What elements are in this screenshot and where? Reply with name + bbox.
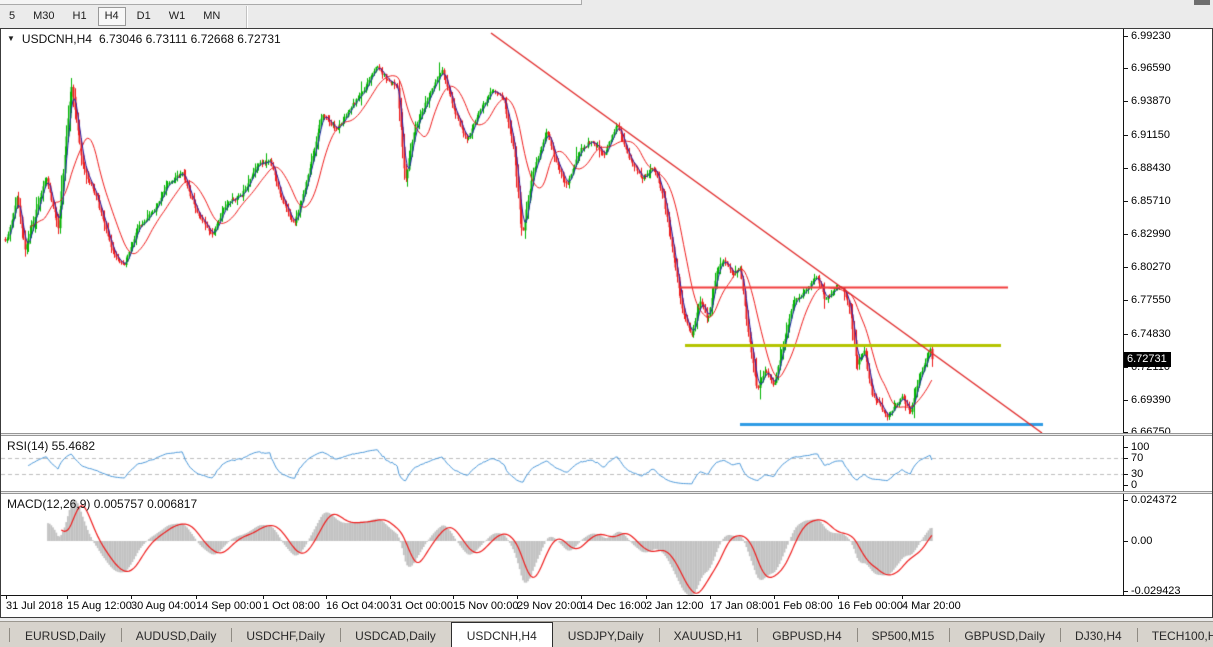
timeframe-toolbar: 5M30 H1H4D1W1MN — [0, 0, 1213, 28]
price-axis-label: 6.74830 — [1131, 328, 1171, 341]
timeframe-button[interactable]: W1 — [162, 7, 193, 26]
price-axis-label: 6.69390 — [1131, 394, 1171, 407]
time-axis-label: 2 Jan 12:00 — [646, 600, 704, 612]
time-axis-label: 17 Jan 08:00 — [710, 600, 774, 612]
chart-tab-label: USDCNH,H4 — [467, 629, 537, 643]
price-axis-label: 6.93870 — [1131, 95, 1171, 108]
panel-resize-handle[interactable] — [1, 491, 1212, 494]
macd-axis-label: 0.00 — [1131, 535, 1152, 548]
chart-tab-bar: EURUSD,Daily AUDUSD,Daily USDCHF,Daily USDC… — [0, 621, 1213, 647]
chart-tab[interactable]: DJ30,H4 — [1060, 622, 1137, 647]
rsi-panel: RSI(14) 55.4682 10070300 — [1, 436, 1212, 491]
chart-tab[interactable]: USDCHF,Daily — [231, 622, 340, 647]
price-axis-label: 6.82990 — [1131, 228, 1171, 241]
chart-tab[interactable]: SP500,M15 — [857, 622, 950, 647]
time-axis-label: 1 Oct 08:00 — [263, 600, 320, 612]
timeframe-button[interactable]: H4 — [98, 7, 126, 26]
chart-ohlc-values: 6.73046 6.73111 6.72668 6.72731 — [99, 32, 281, 46]
timeframe-button[interactable]: MN — [196, 7, 227, 26]
timeframe-buttons: 5M30 H1H4D1W1MN — [0, 5, 229, 28]
price-axis-label: 6.85710 — [1131, 195, 1171, 208]
toolbar-separator — [246, 6, 247, 28]
time-axis-label: 16 Feb 00:00 — [838, 600, 903, 612]
chart-tab-label: DJ30,H4 — [1075, 629, 1122, 643]
rsi-axis[interactable]: 10070300 — [1123, 436, 1212, 491]
chart-tab[interactable]: XAUUSD,H1 — [659, 622, 758, 647]
time-axis[interactable]: 31 Jul 2018 15 Aug 12:0030 Aug 04:0014 Se… — [1, 595, 1212, 616]
time-axis-label: 14 Dec 16:00 — [581, 600, 646, 612]
timeframe-button[interactable]: D1 — [130, 7, 158, 26]
chart-tab[interactable]: AUDUSD,Daily — [121, 622, 232, 647]
chart-tab-label: GBPUSD,Daily — [964, 629, 1045, 643]
price-axis[interactable]: 6.99230 6.96590 6.93870 6.91150 6.88430 6.857… — [1123, 29, 1212, 433]
timeframe-button[interactable]: H1 — [66, 7, 94, 26]
time-axis-label: 31 Jul 2018 — [6, 600, 63, 612]
toolbar-separator-wrap — [237, 5, 247, 28]
price-axis-label: 6.77550 — [1131, 294, 1171, 307]
chart-symbol-timeframe: USDCNH,H4 — [22, 32, 92, 46]
chart-window: ▼ USDCNH,H4 6.73046 6.73111 6.72668 6.72… — [0, 28, 1213, 618]
macd-axis[interactable]: 0.0243720.00-0.029423 — [1123, 494, 1212, 595]
chart-tab-label: EURUSD,Daily — [25, 629, 106, 643]
chart-tab-label: USDCHF,Daily — [246, 629, 325, 643]
time-axis-label: 30 Aug 04:00 — [131, 600, 196, 612]
time-axis-label: 14 Sep 00:00 — [196, 600, 261, 612]
timeframe-button[interactable]: 5 — [2, 7, 22, 26]
macd-label: MACD(12,26,9) 0.005757 0.006817 — [7, 497, 197, 511]
chart-tab[interactable]: USDCAD,Daily — [340, 622, 451, 647]
price-chart-canvas[interactable] — [1, 29, 1123, 433]
chart-tab-label: AUDUSD,Daily — [136, 629, 217, 643]
toolbar-corner-artifact — [1194, 0, 1210, 5]
price-axis-label: 6.96590 — [1131, 62, 1171, 75]
price-axis-label: 6.88430 — [1131, 162, 1171, 175]
price-axis-label: 6.91150 — [1131, 129, 1170, 142]
chart-tab-label: GBPUSD,H4 — [772, 629, 841, 643]
mt4-application: 5M30 H1H4D1W1MN ▼ USDCNH,H4 6.73046 6.731… — [0, 0, 1213, 647]
time-axis-label: 29 Nov 20:00 — [517, 600, 582, 612]
chart-tabs: EURUSD,Daily AUDUSD,Daily USDCHF,Daily USDC… — [0, 622, 1213, 647]
chart-tab-label: XAUUSD,H1 — [674, 629, 743, 643]
rsi-label: RSI(14) 55.4682 — [7, 439, 95, 453]
chart-tab[interactable]: USDJPY,Daily — [553, 622, 659, 647]
price-axis-label: 6.80270 — [1131, 261, 1171, 274]
price-axis-label: 6.99230 — [1131, 30, 1171, 43]
chart-tab[interactable]: USDCNH,H4 — [451, 622, 553, 647]
chart-tab[interactable]: TECH100,H1 — [1137, 622, 1213, 647]
chart-tab-label: USDJPY,Daily — [568, 629, 644, 643]
price-panel: ▼ USDCNH,H4 6.73046 6.73111 6.72668 6.72… — [1, 29, 1212, 433]
time-axis-label: 4 Mar 20:00 — [902, 600, 961, 612]
time-axis-label: 15 Nov 00:00 — [453, 600, 518, 612]
macd-axis-label: 0.024372 — [1131, 494, 1177, 507]
chart-tab[interactable]: GBPUSD,Daily — [949, 622, 1060, 647]
time-axis-label: 31 Oct 00:00 — [390, 600, 453, 612]
panel-resize-handle[interactable] — [1, 433, 1212, 436]
chart-tab-label: USDCAD,Daily — [355, 629, 436, 643]
chart-tab-label: SP500,M15 — [872, 629, 935, 643]
chart-tab[interactable]: EURUSD,Daily — [10, 622, 121, 647]
macd-panel: MACD(12,26,9) 0.005757 0.006817 0.024372… — [1, 494, 1212, 595]
time-axis-label: 1 Feb 08:00 — [774, 600, 833, 612]
current-price-badge: 6.72731 — [1124, 352, 1171, 367]
time-axis-label: 16 Oct 04:00 — [326, 600, 389, 612]
chart-tab-label: TECH100,H1 — [1152, 629, 1213, 643]
time-axis-label: 15 Aug 12:00 — [67, 600, 132, 612]
chart-dropdown-icon[interactable]: ▼ — [7, 35, 15, 43]
rsi-axis-label: 70 — [1131, 452, 1143, 465]
chart-tab[interactable]: GBPUSD,H4 — [757, 622, 856, 647]
rsi-chart-canvas[interactable] — [1, 436, 1123, 491]
timeframe-button[interactable]: M30 — [26, 7, 61, 26]
chart-title: ▼ USDCNH,H4 6.73046 6.73111 6.72668 6.72… — [7, 32, 281, 46]
